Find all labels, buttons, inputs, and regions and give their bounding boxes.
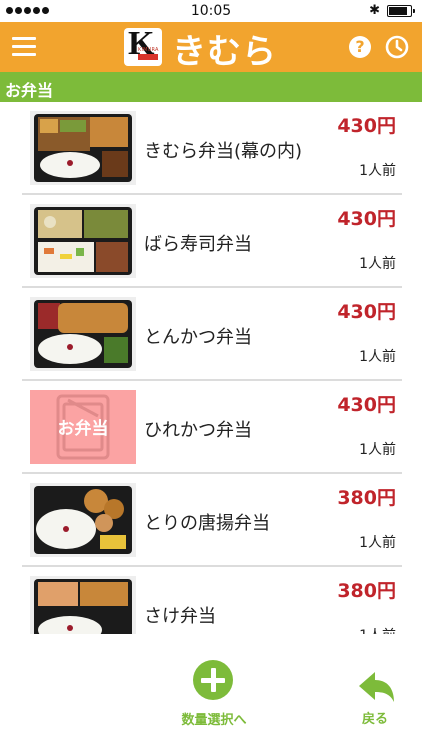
menu-list[interactable]: きむら弁当(幕の内) 430円 1人前 ばら寿司弁当 430円 1人前 とんかつ… xyxy=(22,102,402,634)
food-photo xyxy=(30,297,136,371)
help-icon[interactable]: ? xyxy=(349,36,371,58)
item-portion: 1人前 xyxy=(359,163,396,179)
item-portion: 1人前 xyxy=(359,535,396,551)
item-portion: 1人前 xyxy=(359,625,396,634)
food-photo xyxy=(30,483,136,557)
app-header: K KIMURA きむら ? xyxy=(0,22,422,72)
logo-sub: KIMURA xyxy=(138,47,159,53)
back-arrow-icon xyxy=(359,672,394,702)
food-photo xyxy=(30,204,136,278)
list-item[interactable]: とんかつ弁当 430円 1人前 xyxy=(22,288,402,381)
item-name: きむら弁当(幕の内) xyxy=(144,141,303,162)
item-price: 430円 xyxy=(337,115,396,137)
status-bar: 10:05 ✱ xyxy=(0,0,422,22)
item-price: 430円 xyxy=(337,301,396,323)
plus-icon xyxy=(193,660,233,700)
logo-mark: K KIMURA xyxy=(124,25,162,66)
app-logo: K KIMURA きむら xyxy=(124,25,306,72)
category-title: お弁当 xyxy=(5,81,54,100)
list-item[interactable]: ばら寿司弁当 430円 1人前 xyxy=(22,195,402,288)
item-name: ひれかつ弁当 xyxy=(144,420,252,441)
battery-icon xyxy=(387,5,415,17)
list-item[interactable]: とりの唐揚弁当 380円 1人前 xyxy=(22,474,402,567)
app-name: きむら xyxy=(172,32,277,72)
quantity-select-label: 数量選択へ xyxy=(181,713,247,728)
bottom-toolbar: 数量選択へ 戻る xyxy=(0,634,422,750)
item-name: さけ弁当 xyxy=(144,606,216,627)
bluetooth-icon: ✱ xyxy=(369,3,380,18)
item-price: 380円 xyxy=(337,580,396,602)
list-item[interactable]: お弁当 ひれかつ弁当 430円 1人前 xyxy=(22,381,402,474)
screen: 10:05 ✱ K KIMURA きむら ? お弁当 きむら弁当(幕の内) 43… xyxy=(0,0,422,750)
placeholder-label: お弁当 xyxy=(57,419,109,439)
placeholder-image: お弁当 xyxy=(30,390,136,464)
back-label: 戻る xyxy=(361,712,388,727)
item-name: ばら寿司弁当 xyxy=(144,234,252,255)
item-name: とんかつ弁当 xyxy=(144,327,252,348)
item-portion: 1人前 xyxy=(359,256,396,272)
status-time: 10:05 xyxy=(190,3,232,19)
item-name: とりの唐揚弁当 xyxy=(144,513,270,534)
list-item[interactable]: きむら弁当(幕の内) 430円 1人前 xyxy=(22,102,402,195)
back-button[interactable]: 戻る xyxy=(350,668,400,728)
item-price: 430円 xyxy=(337,394,396,416)
list-item[interactable]: さけ弁当 380円 1人前 xyxy=(22,567,402,634)
item-portion: 1人前 xyxy=(359,442,396,458)
item-portion: 1人前 xyxy=(359,349,396,365)
quantity-select-button[interactable]: 数量選択へ xyxy=(170,660,258,732)
food-photo xyxy=(30,111,136,185)
category-bar: お弁当 xyxy=(0,72,422,102)
item-price: 430円 xyxy=(337,208,396,230)
item-price: 380円 xyxy=(337,487,396,509)
menu-icon[interactable] xyxy=(12,36,38,58)
clock-icon[interactable] xyxy=(384,34,410,60)
food-photo xyxy=(30,576,136,634)
